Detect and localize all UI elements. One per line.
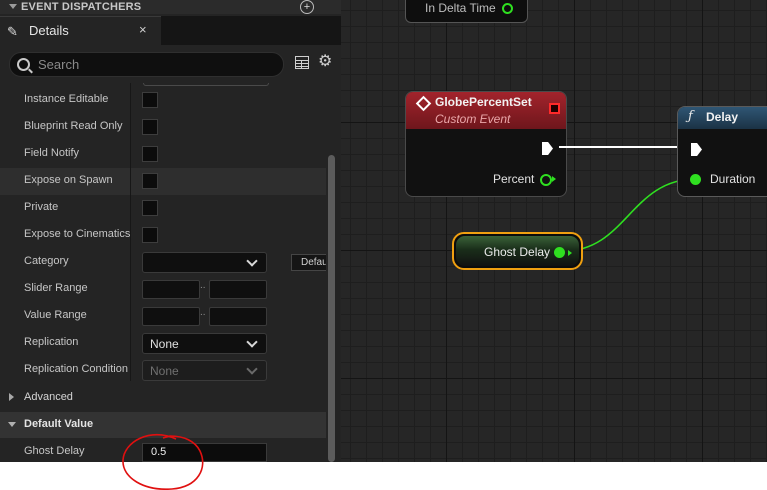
column-divider[interactable] (130, 83, 131, 381)
tab-bar: ✎ Details × (0, 16, 341, 46)
unreal-blueprint-editor: EVENT DISPATCHERS + ✎ Details × Search ⚙… (0, 0, 767, 462)
property-row-blueprint-read-only: Blueprint Read Only (0, 114, 326, 141)
delay-node[interactable]: ƒ Delay Duration (677, 106, 767, 197)
property-row-field-notify: Field Notify (0, 141, 326, 168)
instance-editable-checkbox[interactable] (142, 92, 158, 108)
property-row-ghost-delay: Ghost Delay 0.5 (0, 439, 326, 462)
property-label: Blueprint Read Only (24, 120, 123, 132)
value-range-max-input[interactable] (209, 307, 267, 326)
details-panel: EVENT DISPATCHERS + ✎ Details × Search ⚙… (0, 0, 341, 462)
gear-icon[interactable]: ⚙ (318, 53, 332, 71)
property-label: Expose to Cinematics (24, 228, 130, 240)
blueprint-graph[interactable]: In Delta Time GlobePercentSet Custom Eve… (341, 0, 767, 462)
tab-details-label: Details (29, 23, 69, 38)
search-row: Search ⚙ (0, 45, 341, 83)
exec-in-pin-icon[interactable] (691, 143, 702, 156)
property-row-slider-range: Slider Range .. (0, 276, 326, 303)
property-matrix-icon[interactable] (295, 56, 309, 69)
search-input[interactable]: Search (9, 52, 284, 77)
exec-wire[interactable] (559, 146, 692, 148)
property-label: Private (24, 201, 59, 213)
section-advanced[interactable]: Advanced (0, 385, 326, 411)
expose-to-cinematics-checkbox[interactable] (142, 227, 158, 243)
event-subtitle: Custom Event (435, 112, 511, 126)
property-row-instance-editable: Instance Editable (0, 87, 326, 114)
section-advanced-label: Advanced (24, 391, 73, 403)
property-row-expose-to-cinematics: Expose to Cinematics (0, 222, 326, 249)
delay-title: Delay (706, 110, 739, 124)
tab-details[interactable]: ✎ Details × (0, 16, 161, 46)
exec-out-pin-icon[interactable] (542, 142, 553, 155)
collapse-arrow-icon[interactable] (9, 4, 17, 9)
chevron-down-icon (246, 336, 258, 348)
event-dispatchers-header[interactable]: EVENT DISPATCHERS + (0, 0, 341, 14)
node-in-delta-time[interactable]: In Delta Time (405, 0, 528, 23)
pin-label: In Delta Time (425, 1, 496, 15)
value-range-min-input[interactable] (142, 307, 200, 326)
search-placeholder: Search (38, 57, 80, 72)
field-notify-checkbox[interactable] (142, 146, 158, 162)
event-title: GlobePercentSet (435, 95, 532, 109)
chevron-down-icon (246, 363, 258, 375)
property-row-value-range: Value Range .. (0, 303, 326, 330)
ghost-delay-value-input[interactable]: 0.5 (142, 443, 267, 462)
custom-event-node[interactable]: GlobePercentSet Custom Event Percent (405, 91, 567, 197)
property-label: Slider Range (24, 282, 88, 294)
property-row-category: Category Default (0, 249, 326, 276)
scrollbar-thumb[interactable] (328, 155, 335, 462)
chevron-down-icon (246, 255, 258, 267)
property-label: Expose on Spawn (24, 174, 113, 186)
ghost-delay-variable-node[interactable]: Ghost Delay (452, 232, 583, 270)
delegate-pin-icon[interactable] (549, 103, 560, 114)
function-icon: ƒ (688, 109, 693, 124)
category-dropdown[interactable]: Default (142, 252, 326, 273)
private-checkbox[interactable] (142, 200, 158, 216)
category-value[interactable]: Default (291, 254, 326, 271)
blueprint-read-only-checkbox[interactable] (142, 119, 158, 135)
replication-condition-dropdown[interactable]: None (142, 360, 267, 381)
float-pin-icon[interactable] (502, 3, 513, 14)
replication-dropdown[interactable]: None (142, 333, 267, 354)
collapse-arrow-icon[interactable] (8, 422, 16, 427)
range-separator: .. (200, 307, 206, 318)
plus-circle-icon[interactable]: + (300, 0, 314, 14)
property-label: Value Range (24, 309, 87, 321)
section-default-value[interactable]: Default Value (0, 412, 326, 438)
wires (563, 178, 697, 252)
pin-arrow-icon (552, 176, 556, 182)
event-dispatchers-label: EVENT DISPATCHERS (21, 1, 142, 13)
replication-condition-value: None (150, 364, 179, 378)
replication-value: None (150, 337, 179, 351)
variable-label: Ghost Delay (484, 245, 551, 259)
percent-pin-label: Percent (493, 172, 535, 186)
property-row-replication-condition: Replication Condition None (0, 357, 326, 384)
duration-pin-icon[interactable] (690, 174, 701, 185)
property-label: Instance Editable (24, 93, 109, 105)
close-icon[interactable]: × (139, 22, 147, 37)
duration-pin-label: Duration (710, 172, 756, 186)
ghost-delay-value: 0.5 (151, 446, 167, 458)
property-row-replication: Replication None (0, 330, 326, 357)
slider-range-max-input[interactable] (209, 280, 267, 299)
search-icon (17, 58, 30, 71)
section-default-value-label: Default Value (24, 418, 94, 430)
property-label: Ghost Delay (24, 445, 85, 457)
property-row-expose-on-spawn: Expose on Spawn (0, 168, 326, 195)
previous-field-edge (143, 83, 269, 86)
property-label: Field Notify (24, 147, 80, 159)
pin-arrow-icon (568, 250, 572, 256)
expose-on-spawn-checkbox[interactable] (142, 173, 158, 189)
float-pin-icon[interactable] (554, 247, 565, 258)
percent-pin-icon[interactable] (540, 174, 552, 186)
property-label: Replication (24, 336, 79, 348)
property-label: Category (24, 255, 69, 267)
property-label: Replication Condition (24, 363, 128, 375)
expand-arrow-icon[interactable] (9, 393, 14, 401)
property-row-private: Private (0, 195, 326, 222)
slider-range-min-input[interactable] (142, 280, 200, 299)
range-separator: .. (200, 280, 206, 291)
pencil-icon: ✎ (7, 24, 18, 39)
property-list: Instance Editable Blueprint Read Only Fi… (0, 83, 326, 462)
category-text: Default (301, 257, 326, 268)
